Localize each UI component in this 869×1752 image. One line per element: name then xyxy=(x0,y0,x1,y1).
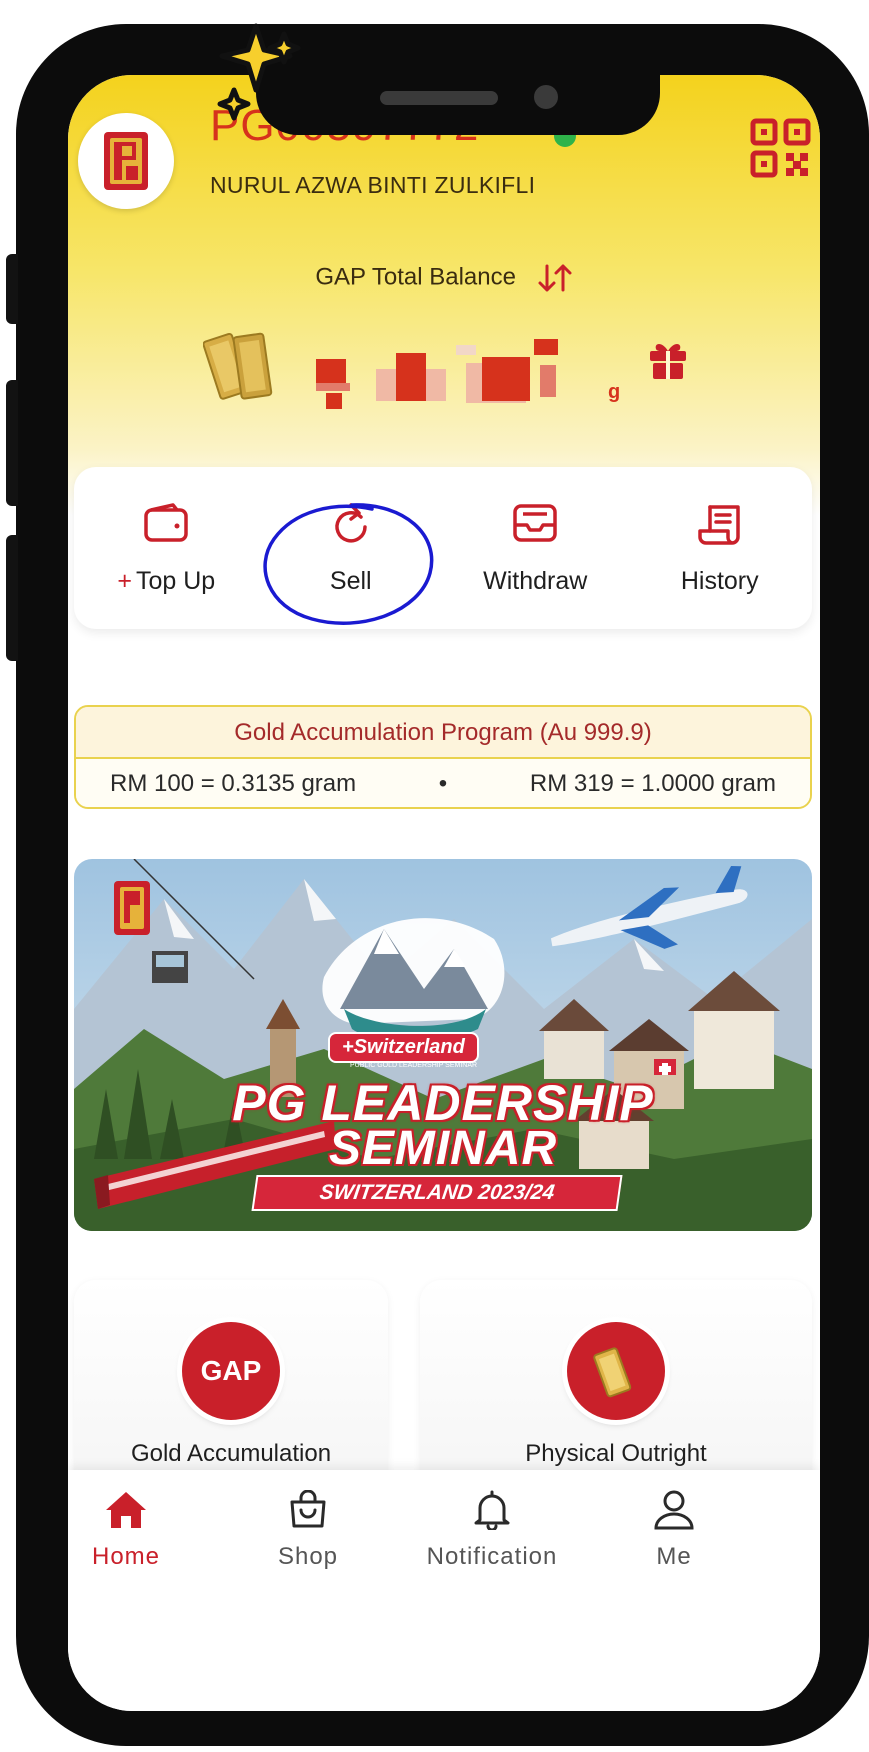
volume-up-button xyxy=(6,380,18,506)
volume-down-button xyxy=(6,535,18,661)
wallet-icon xyxy=(144,503,188,542)
nav-shop[interactable]: Shop xyxy=(228,1489,388,1571)
home-icon xyxy=(106,1492,146,1528)
top-up-text: Top Up xyxy=(135,567,216,595)
receipt-icon xyxy=(698,505,740,545)
banner-title-line3: SWITZERLAND 2023/24 xyxy=(251,1175,623,1211)
gift-icon[interactable] xyxy=(646,337,690,381)
sell-label: Sell xyxy=(329,567,372,595)
top-up-button[interactable]: + Top Up xyxy=(74,467,259,629)
physical-outright-label: Physical Outright xyxy=(525,1440,707,1467)
user-profile-icon xyxy=(654,1490,694,1530)
nav-home-label: Home xyxy=(91,1543,161,1570)
gap-badge: GAP xyxy=(182,1322,280,1420)
screenshot-stage: PG00597772 NURUL AZWA BINTI ZULKIFLI xyxy=(0,0,869,1752)
account-header: PG00597772 NURUL AZWA BINTI ZULKIFLI xyxy=(68,75,820,515)
refresh-icon xyxy=(335,503,367,543)
rate-rm100: RM 100 = 0.3135 gram xyxy=(110,770,357,797)
balance-unit: g xyxy=(608,381,621,403)
gold-program-title: Gold Accumulation Program (Au 999.9) xyxy=(76,707,810,759)
public-gold-logo[interactable] xyxy=(78,113,174,209)
sell-button[interactable]: Sell xyxy=(259,467,444,629)
gold-accumulation-label: Gold Accumulation xyxy=(130,1440,332,1467)
swap-arrows-icon[interactable] xyxy=(537,263,573,293)
shopping-bag-icon xyxy=(290,1489,326,1528)
speaker-grille xyxy=(380,91,498,105)
rate-rm319: RM 319 = 1.0000 gram xyxy=(529,770,776,797)
balance-label-text: GAP Total Balance xyxy=(315,263,516,291)
front-camera xyxy=(534,85,558,109)
rate-separator: • xyxy=(438,770,448,797)
gold-bar-badge-icon xyxy=(567,1322,665,1420)
bell-icon xyxy=(474,1490,510,1532)
switzerland-subtag: PUBLIC GOLD LEADERSHIP SEMINAR xyxy=(350,1062,478,1069)
top-up-label: + Top Up xyxy=(74,567,259,596)
app-screen: PG00597772 NURUL AZWA BINTI ZULKIFLI xyxy=(68,75,820,1711)
sparkle-sticker-icon xyxy=(217,23,301,121)
quick-actions-card: + Top Up Sell Withdraw History xyxy=(74,467,812,629)
mute-switch xyxy=(6,254,18,324)
nav-home[interactable]: Home xyxy=(68,1490,206,1571)
switzerland-tag: +Switzerland xyxy=(328,1032,479,1063)
gold-bars-icon xyxy=(203,332,273,400)
withdraw-button[interactable]: Withdraw xyxy=(443,467,628,629)
gold-price-box: Gold Accumulation Program (Au 999.9) RM … xyxy=(74,705,812,809)
balance-label: GAP Total Balance xyxy=(68,263,820,293)
nav-notification[interactable]: Notification xyxy=(412,1490,572,1571)
nav-me-label: Me xyxy=(656,1543,692,1570)
nav-notification-label: Notification xyxy=(426,1543,558,1570)
member-name: NURUL AZWA BINTI ZULKIFLI xyxy=(210,172,536,198)
gold-price-rates: RM 100 = 0.3135 gram • RM 319 = 1.0000 g… xyxy=(76,759,810,807)
history-label: History xyxy=(680,567,759,595)
withdraw-label: Withdraw xyxy=(483,567,588,595)
bottom-navigation: Home Shop Notification Me xyxy=(68,1470,820,1711)
inbox-tray-icon xyxy=(513,504,557,542)
nav-shop-label: Shop xyxy=(277,1543,339,1570)
balance-redacted xyxy=(316,339,558,409)
plus-sign: + xyxy=(117,567,132,595)
qr-code-icon[interactable] xyxy=(750,118,812,178)
nav-me[interactable]: Me xyxy=(594,1490,754,1571)
banner-title-line2: SEMINAR xyxy=(328,1122,558,1175)
promo-banner[interactable]: +Switzerland PUBLIC GOLD LEADERSHIP SEMI… xyxy=(74,859,812,1231)
history-button[interactable]: History xyxy=(628,467,813,629)
